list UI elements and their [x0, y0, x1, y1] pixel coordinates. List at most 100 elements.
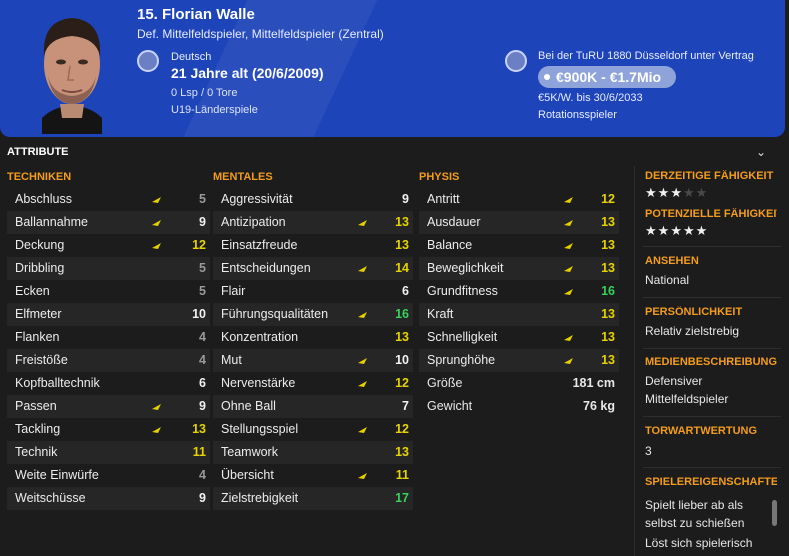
traits-scrollbar[interactable] [772, 500, 777, 526]
attribute-row[interactable]: Kraft 13 [419, 303, 619, 326]
attribute-value: 10 [192, 307, 206, 321]
attribute-value: 13 [601, 238, 615, 252]
divider [643, 416, 781, 417]
attribute-value: 13 [395, 215, 409, 229]
squad-role: Rotationsspieler [538, 109, 617, 121]
attribute-name: Entscheidungen [221, 261, 311, 275]
player-trait-line-3: Löst sich spielerisch [645, 536, 753, 550]
attribute-row[interactable]: Führungsqualitäten 16 [213, 303, 413, 326]
attributes-title: ATTRIBUTE [7, 146, 69, 158]
player-name: 15. Florian Walle [137, 6, 255, 23]
attribute-row[interactable]: Technik 11 [7, 441, 210, 464]
attribute-row[interactable]: Flanken 4 [7, 326, 210, 349]
attribute-row[interactable]: Dribbling 5 [7, 257, 210, 280]
attribute-name: Ecken [15, 284, 50, 298]
attribute-row[interactable]: Ballannahme 9 [7, 211, 210, 234]
attribute-row[interactable]: Deckung 12 [7, 234, 210, 257]
attribute-name: Flanken [15, 330, 60, 344]
attribute-row[interactable]: Zielstrebigkeit 17 [213, 487, 413, 510]
reputation-heading: ANSEHEN [645, 255, 699, 267]
attribute-row[interactable]: Elfmeter 10 [7, 303, 210, 326]
current-ability-heading: DERZEITIGE FÄHIGKEIT [645, 170, 774, 182]
attribute-row[interactable]: Tackling 13 [7, 418, 210, 441]
attribute-row[interactable]: Mut 10 [213, 349, 413, 372]
attribute-value: 10 [395, 353, 409, 367]
attribute-value: 13 [601, 353, 615, 367]
personality-value: Relativ zielstrebig [645, 324, 740, 338]
attribute-name: Zielstrebigkeit [221, 491, 299, 505]
attribute-name: Passen [15, 399, 57, 413]
attribute-value: 13 [395, 330, 409, 344]
u19-caps-link[interactable]: U19-Länderspiele [171, 104, 258, 116]
attribute-name: Einsatzfreude [221, 238, 298, 252]
height-row: Größe 181 cm [419, 372, 619, 395]
techniken-heading: TECHNIKEN [7, 171, 72, 183]
attribute-row[interactable]: Weitschüsse 9 [7, 487, 210, 510]
player-trait-line-1: Spielt lieber ab als [645, 498, 744, 512]
chevron-down-icon[interactable]: ⌄ [756, 145, 766, 159]
attribute-row[interactable]: Aggressivität 9 [213, 188, 413, 211]
attribute-value: 9 [199, 491, 206, 505]
attribute-row[interactable]: Weite Einwürfe 4 [7, 464, 210, 487]
physis-heading: PHYSIS [419, 171, 460, 183]
nationality-flag-icon[interactable] [137, 50, 159, 72]
attribute-row[interactable]: Grundfitness 16 [419, 280, 619, 303]
reputation-value: National [645, 273, 690, 287]
attribute-row[interactable]: Beweglichkeit 13 [419, 257, 619, 280]
attribute-row[interactable]: Ecken 5 [7, 280, 210, 303]
attribute-value: 16 [395, 307, 409, 321]
player-age: 21 Jahre alt (20/6/2009) [171, 65, 324, 81]
attribute-value: 12 [192, 238, 206, 252]
attribute-row[interactable]: Ausdauer 13 [419, 211, 619, 234]
transfer-value[interactable]: €900K - €1.7Mio [538, 66, 676, 88]
attribute-value: 5 [199, 284, 206, 298]
attribute-name: Flair [221, 284, 246, 298]
attribute-row[interactable]: Konzentration 13 [213, 326, 413, 349]
attribute-row[interactable]: Antizipation 13 [213, 211, 413, 234]
potential-ability-heading: POTENZIELLE FÄHIGKEIT [645, 208, 777, 220]
attribute-value: 13 [192, 422, 206, 436]
attribute-row[interactable]: Passen 9 [7, 395, 210, 418]
attribute-row[interactable]: Abschluss 5 [7, 188, 210, 211]
star-icon: ★ [695, 185, 709, 200]
attribute-row[interactable]: Übersicht 11 [213, 464, 413, 487]
attribute-row[interactable]: Teamwork 13 [213, 441, 413, 464]
attribute-row[interactable]: Balance 13 [419, 234, 619, 257]
mentales-heading: MENTALES [213, 171, 273, 183]
media-description-heading: MEDIENBESCHREIBUNG [645, 356, 777, 368]
attribute-row[interactable]: Flair 6 [213, 280, 413, 303]
attribute-row[interactable]: Schnelligkeit 13 [419, 326, 619, 349]
attribute-value: 13 [601, 215, 615, 229]
attribute-value: 4 [199, 330, 206, 344]
attribute-name: Weitschüsse [15, 491, 86, 505]
height-value: 181 cm [572, 376, 615, 390]
star-icon: ★ [670, 185, 683, 200]
attribute-name: Weite Einwürfe [15, 468, 99, 482]
attribute-row[interactable]: Nervenstärke 12 [213, 372, 413, 395]
transfer-value-text: €900K - €1.7Mio [556, 69, 662, 85]
attribute-row[interactable]: Freistöße 4 [7, 349, 210, 372]
divider [643, 246, 781, 247]
attribute-row[interactable]: Ohne Ball 7 [213, 395, 413, 418]
player-traits-heading: SPIELEREIGENSCHAFTEN [645, 476, 777, 488]
attribute-name: Sprunghöhe [427, 353, 496, 367]
attribute-row[interactable]: Kopfballtechnik 6 [7, 372, 210, 395]
player-positions: Def. Mittelfeldspieler, Mittelfeldspiele… [137, 27, 384, 41]
player-header: 15. Florian Walle Def. Mittelfeldspieler… [0, 0, 785, 137]
attribute-row[interactable]: Antritt 12 [419, 188, 619, 211]
attribute-name: Ballannahme [15, 215, 88, 229]
media-description-line-1: Defensiver [645, 374, 703, 388]
attribute-value: 11 [395, 468, 409, 482]
attribute-row[interactable]: Stellungsspiel 12 [213, 418, 413, 441]
star-icon: ★ [657, 223, 671, 238]
attributes-section-header[interactable]: ATTRIBUTE ⌄ [0, 140, 789, 166]
attribute-row[interactable]: Entscheidungen 14 [213, 257, 413, 280]
attribute-value: 6 [402, 284, 409, 298]
attribute-row[interactable]: Sprunghöhe 13 [419, 349, 619, 372]
club-badge-icon[interactable] [505, 50, 527, 72]
attribute-value: 13 [601, 261, 615, 275]
attribute-row[interactable]: Einsatzfreude 13 [213, 234, 413, 257]
attribute-value: 4 [199, 353, 206, 367]
star-icon: ★ [670, 223, 683, 238]
nationality-label: Deutsch [171, 51, 212, 63]
